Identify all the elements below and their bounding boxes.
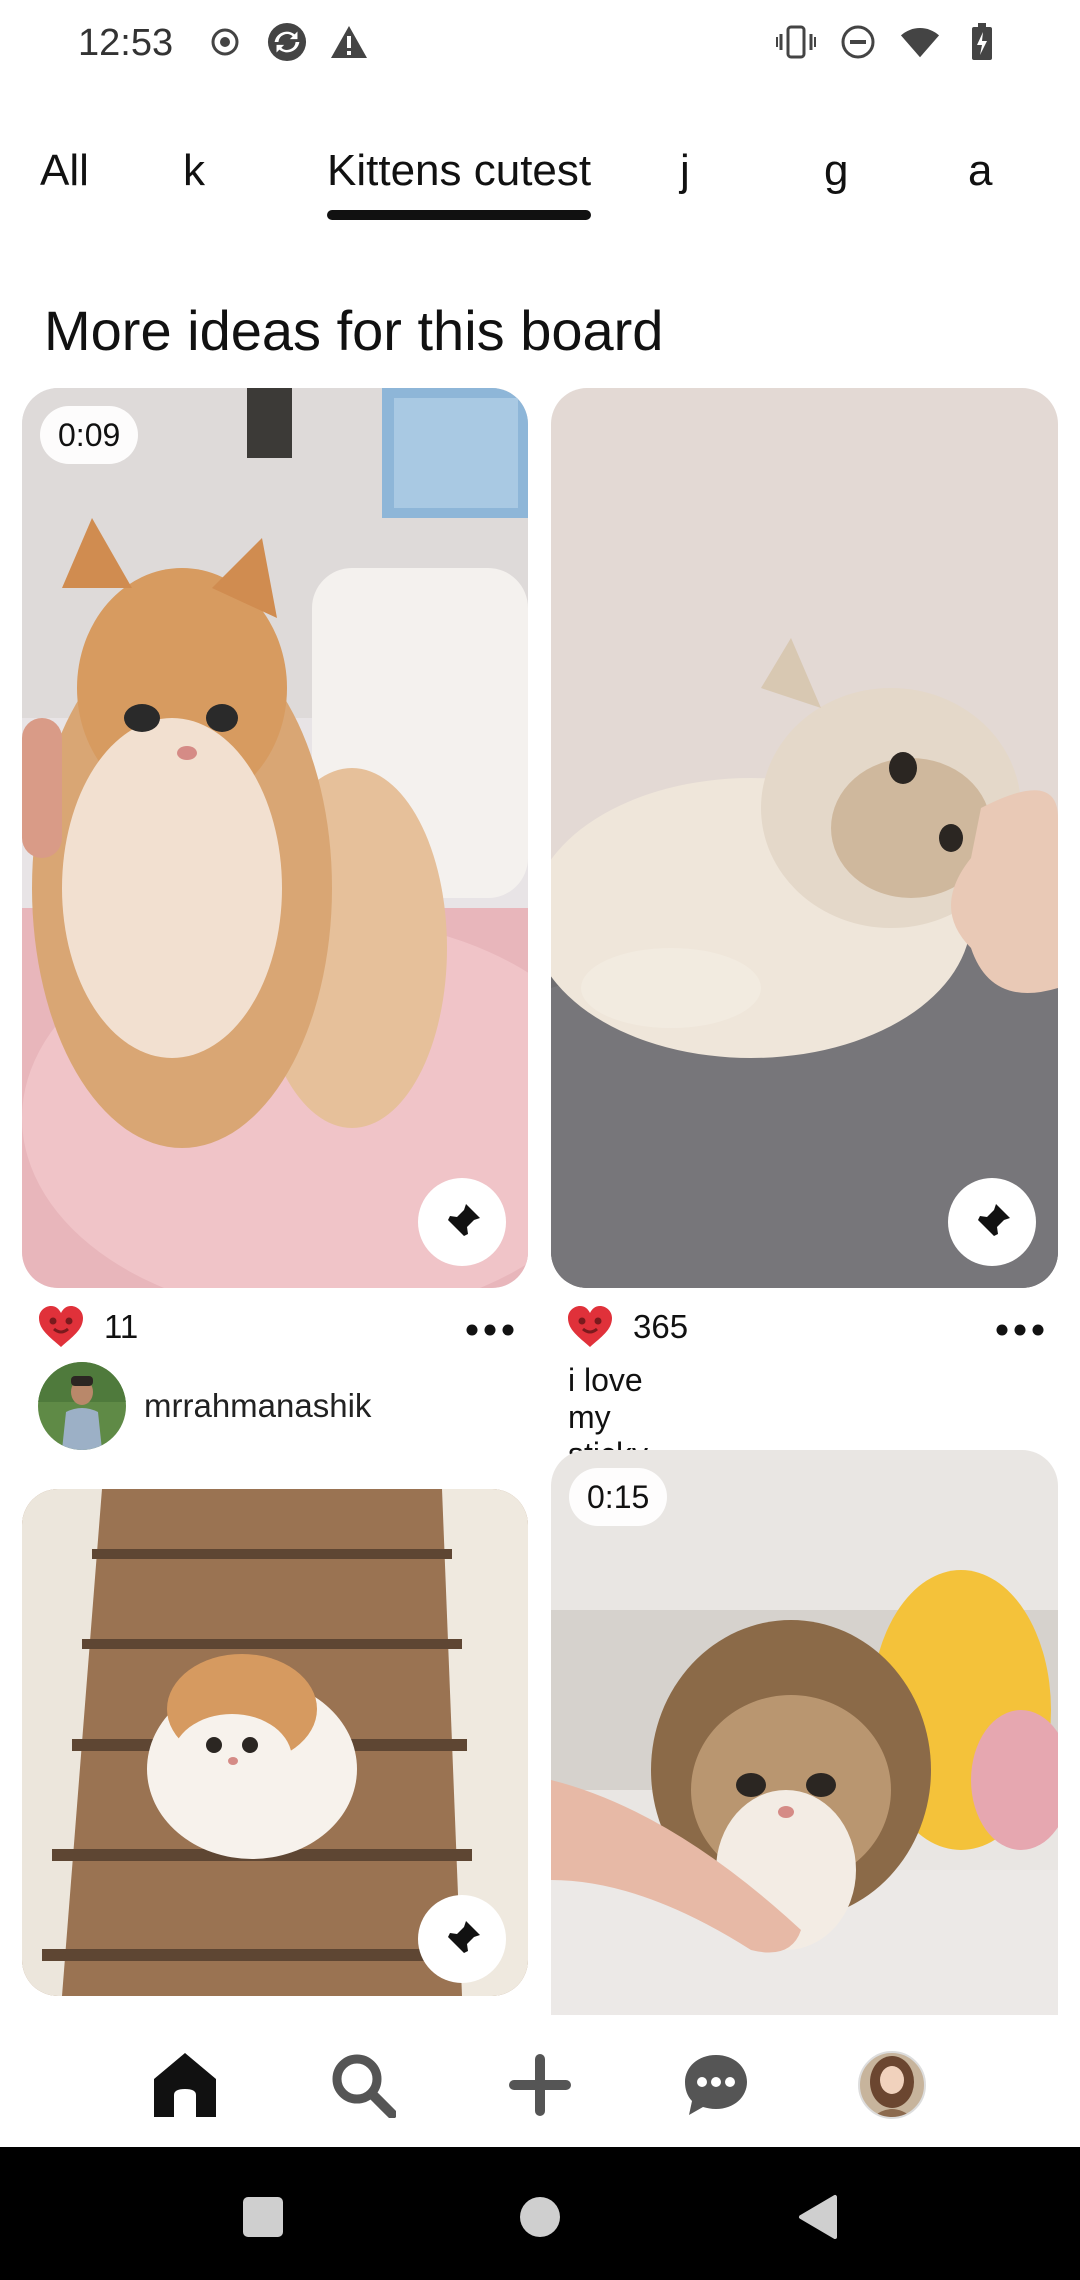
reaction-count: 365 <box>633 1308 689 1345</box>
tab-a[interactable]: a <box>968 140 992 220</box>
sticky-cat-thumbnail <box>551 388 1058 1288</box>
recents-button[interactable] <box>233 2187 293 2247</box>
wifi-icon <box>900 22 940 62</box>
kitten-petting-thumbnail <box>551 1450 1058 2015</box>
more-dots-icon <box>996 1324 1044 1336</box>
save-pin-button[interactable] <box>418 1178 506 1266</box>
section-title: More ideas for this board <box>44 299 664 362</box>
pin-image-fluffy-cat-stairs[interactable] <box>22 1489 528 1996</box>
status-left-icons <box>205 22 369 62</box>
back-button[interactable] <box>787 2187 847 2247</box>
pin-reactions: 365 <box>567 1306 688 1348</box>
create-icon <box>509 2054 571 2116</box>
pin-icon <box>446 1204 480 1238</box>
pin-icon <box>446 1921 480 1955</box>
heart-reaction-icon <box>39 1306 83 1347</box>
system-nav-bar <box>0 2147 1080 2280</box>
nav-messages[interactable] <box>676 2045 756 2125</box>
battery-charging-icon <box>962 22 1002 62</box>
pin-reactions: 11 <box>38 1306 138 1348</box>
tab-k[interactable]: k <box>183 140 205 220</box>
search-icon <box>332 2054 396 2118</box>
board-tabs: All k Kittens cutest j g a <box>0 140 1080 230</box>
tab-all[interactable]: All <box>40 140 89 220</box>
more-options-button[interactable] <box>990 1310 1050 1350</box>
home-circle-icon <box>520 2197 560 2237</box>
pin-video-kitten-petting[interactable]: 0:15 <box>551 1450 1058 2015</box>
messages-icon <box>685 2055 747 2115</box>
creator-name: mrrahmanashik <box>144 1387 372 1424</box>
pin-creator[interactable]: mrrahmanashik <box>38 1362 371 1450</box>
warning-icon <box>329 22 369 62</box>
profile-avatar <box>858 2051 926 2119</box>
more-options-button[interactable] <box>460 1310 520 1350</box>
vibrate-icon <box>776 22 816 62</box>
home-system-button[interactable] <box>510 2187 570 2247</box>
recents-square-icon <box>243 2197 283 2237</box>
creator-avatar <box>38 1362 126 1450</box>
status-bar: 12:53 <box>0 0 1080 90</box>
reaction-count: 11 <box>104 1308 139 1345</box>
tab-j[interactable]: j <box>680 140 690 220</box>
pin-video-kittens[interactable]: 0:09 <box>22 388 528 1288</box>
video-duration-badge: 0:15 <box>569 1468 668 1526</box>
kitten-video-thumbnail <box>22 388 528 1288</box>
nav-profile[interactable] <box>852 2045 932 2125</box>
nav-search[interactable] <box>323 2045 403 2125</box>
save-pin-button[interactable] <box>418 1895 506 1983</box>
sync-icon <box>267 22 307 62</box>
nav-home[interactable] <box>145 2045 225 2125</box>
tab-kittens-cutest[interactable]: Kittens cutest <box>327 140 592 220</box>
record-icon <box>205 22 245 62</box>
save-pin-button[interactable] <box>948 1178 1036 1266</box>
home-icon <box>154 2053 216 2117</box>
bottom-nav <box>0 2015 1080 2145</box>
status-right-icons <box>776 22 1002 62</box>
pin-image-sticky-cat[interactable] <box>551 388 1058 1288</box>
nav-create[interactable] <box>500 2045 580 2125</box>
video-duration-badge: 0:09 <box>40 406 139 464</box>
pin-icon <box>976 1204 1010 1238</box>
tab-g[interactable]: g <box>824 140 848 220</box>
back-triangle-icon <box>799 2195 837 2239</box>
heart-reaction-icon <box>568 1306 612 1347</box>
do-not-disturb-icon <box>838 22 878 62</box>
status-time: 12:53 <box>78 22 174 64</box>
more-dots-icon <box>466 1324 514 1336</box>
